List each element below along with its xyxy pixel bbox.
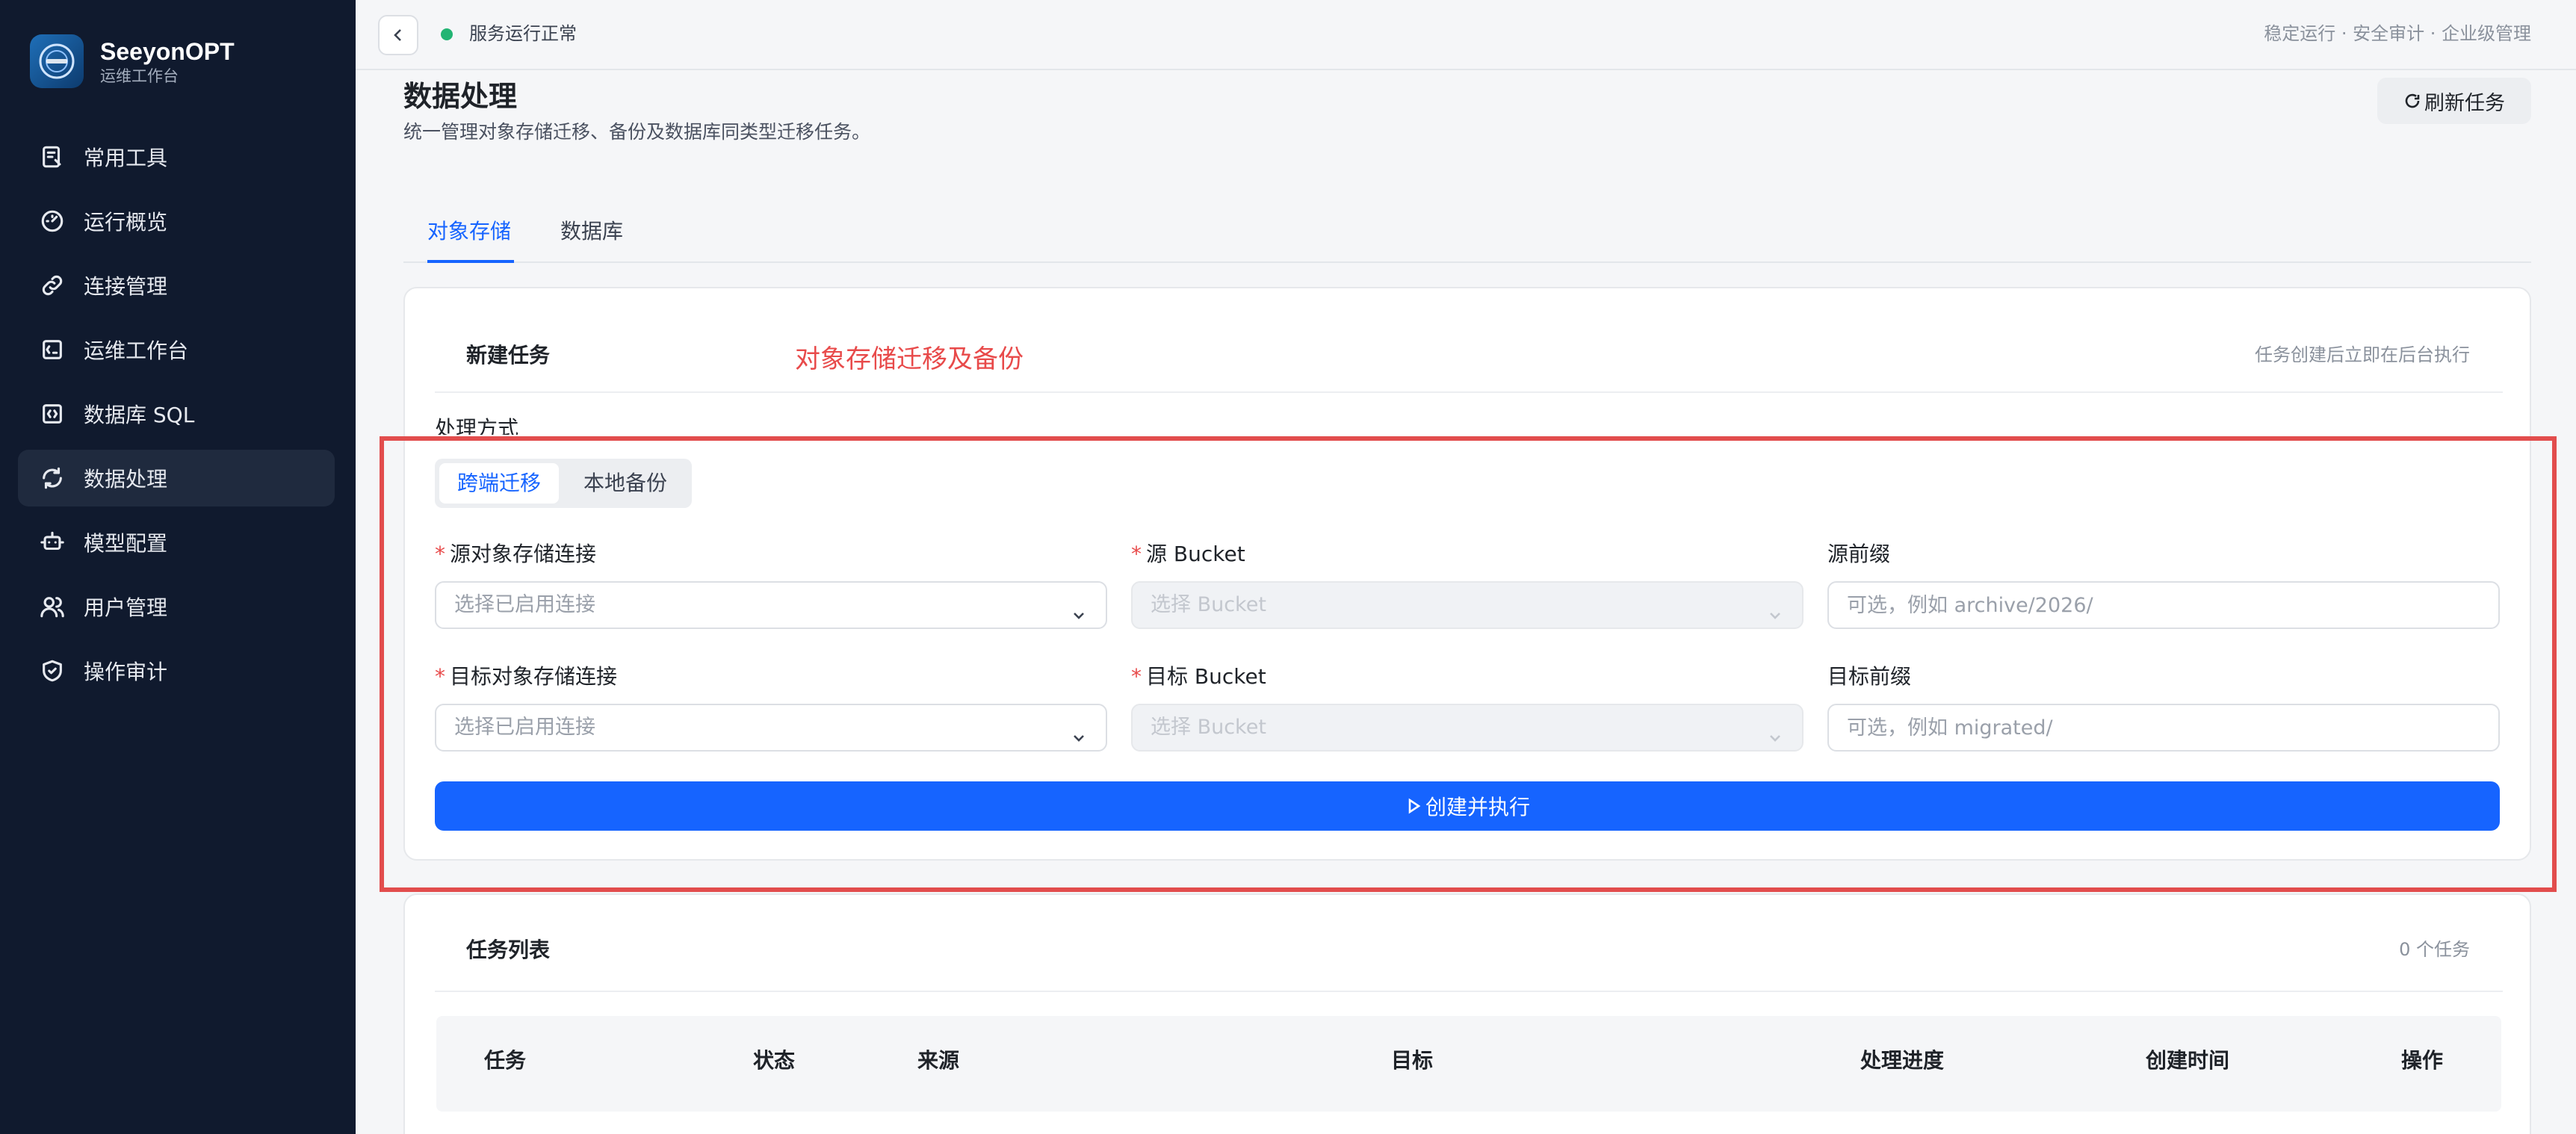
sidebar-item-label: 数据处理 — [84, 467, 168, 492]
sidebar-item-tools[interactable]: 常用工具 — [18, 128, 335, 185]
active-tab-indicator — [427, 260, 514, 263]
column-header-target: 目标 — [1391, 1048, 1434, 1073]
sidebar-item-database-sql[interactable]: 数据库 SQL — [18, 385, 335, 442]
sidebar-item-label: 用户管理 — [84, 595, 168, 620]
tabs: 对象存储 数据库 — [403, 209, 2531, 263]
sidebar-item-workbench[interactable]: 运维工作台 — [18, 321, 335, 378]
sidebar-item-connections[interactable]: 连接管理 — [18, 257, 335, 314]
target-connection-placeholder: 选择已启用连接 — [454, 716, 595, 739]
dashboard-icon — [39, 208, 66, 235]
back-button[interactable] — [378, 15, 418, 55]
page-description: 统一管理对象存储迁移、备份及数据库同类型迁移任务。 — [403, 121, 871, 143]
sidebar-item-data-processing[interactable]: 数据处理 — [18, 450, 335, 506]
sidebar-item-label: 模型配置 — [84, 531, 168, 556]
task-count: 0 个任务 — [2399, 939, 2470, 960]
robot-icon — [39, 529, 66, 556]
annotation-label: 对象存储迁移及备份 — [795, 344, 1024, 374]
new-task-hint: 任务创建后立即在后台执行 — [2255, 344, 2470, 365]
sidebar-item-user-management[interactable]: 用户管理 — [18, 578, 335, 635]
required-mark: * — [1131, 542, 1142, 566]
sidebar: SeeyonOPT 运维工作台 常用工具 运行概览 连接管理 运维工作台 数据库… — [0, 0, 356, 1134]
page-title: 数据处理 — [403, 80, 518, 113]
new-task-title: 新建任务 — [466, 343, 551, 368]
refresh-tasks-label: 刷新任务 — [2424, 91, 2505, 114]
refresh-icon — [2405, 93, 2420, 108]
processing-mode-label: 处理方式 — [435, 416, 519, 435]
source-connection-label: * 源对象存储连接 — [435, 542, 597, 566]
target-prefix-input[interactable] — [1827, 704, 2500, 752]
column-header-progress: 处理进度 — [1860, 1048, 1945, 1073]
source-connection-select[interactable]: 选择已启用连接 — [435, 581, 1107, 629]
sidebar-item-label: 数据库 SQL — [84, 403, 195, 427]
task-table-header: 任务 状态 来源 目标 处理进度 创建时间 操作 — [436, 1016, 2501, 1112]
source-prefix-label: 源前缀 — [1827, 542, 1891, 566]
brand: SeeyonOPT 运维工作台 — [30, 34, 235, 88]
tab-database[interactable]: 数据库 — [560, 217, 623, 247]
terminal-icon — [39, 336, 66, 363]
sidebar-item-label: 常用工具 — [84, 146, 168, 170]
chevron-down-icon — [1766, 719, 1784, 742]
code-icon — [39, 400, 66, 427]
chevron-down-icon — [1070, 596, 1088, 619]
topbar: 服务运行正常 稳定运行 · 安全审计 · 企业级管理 — [356, 0, 2576, 70]
source-connection-placeholder: 选择已启用连接 — [454, 593, 595, 616]
sidebar-item-label: 操作审计 — [84, 660, 168, 684]
create-and-run-button[interactable]: 创建并执行 — [435, 781, 2500, 831]
link-icon — [39, 272, 66, 299]
target-bucket-select[interactable]: 选择 Bucket — [1131, 704, 1803, 752]
sidebar-nav: 常用工具 运行概览 连接管理 运维工作台 数据库 SQL 数据处理 模型配置 用… — [18, 128, 335, 707]
column-header-source: 来源 — [917, 1048, 960, 1073]
service-status: 服务运行正常 — [469, 23, 577, 44]
tab-object-storage[interactable]: 对象存储 — [427, 217, 511, 247]
target-bucket-label: * 目标 Bucket — [1131, 664, 1266, 689]
column-header-actions: 操作 — [2401, 1048, 2444, 1073]
mode-cross-migration-button[interactable]: 跨端迁移 — [439, 463, 559, 504]
brand-logo-icon — [30, 34, 84, 88]
sidebar-item-model-config[interactable]: 模型配置 — [18, 514, 335, 571]
sidebar-item-label: 运维工作台 — [84, 338, 189, 363]
column-header-created-time: 创建时间 — [2146, 1048, 2230, 1073]
processing-mode-toggle: 跨端迁移 本地备份 — [435, 459, 692, 508]
users-icon — [39, 593, 66, 620]
topbar-tagline: 稳定运行 · 安全审计 · 企业级管理 — [2264, 23, 2531, 44]
source-prefix-input[interactable] — [1827, 581, 2500, 629]
create-and-run-label: 创建并执行 — [1425, 796, 1530, 819]
mode-local-backup-button[interactable]: 本地备份 — [563, 463, 687, 504]
required-mark: * — [435, 542, 445, 566]
chevron-down-icon — [1070, 719, 1088, 742]
column-header-status: 状态 — [753, 1048, 796, 1073]
target-bucket-placeholder: 选择 Bucket — [1151, 716, 1266, 739]
column-header-task: 任务 — [484, 1048, 527, 1073]
brand-title: SeeyonOPT — [100, 38, 235, 65]
tools-icon — [39, 143, 66, 170]
required-mark: * — [1131, 664, 1142, 689]
source-bucket-placeholder: 选择 Bucket — [1151, 593, 1266, 616]
sidebar-item-audit[interactable]: 操作审计 — [18, 642, 335, 699]
brand-subtitle: 运维工作台 — [100, 67, 179, 85]
status-dot-icon — [441, 28, 453, 40]
chevron-left-icon — [394, 29, 401, 41]
chevron-down-icon — [1766, 596, 1784, 619]
task-list-card: 任务列表 0 个任务 任务 状态 来源 目标 处理进度 创建时间 操作 — [403, 893, 2531, 1134]
new-task-card: 新建任务 任务创建后立即在后台执行 — [403, 287, 2531, 861]
task-list-title: 任务列表 — [466, 938, 551, 962]
play-icon — [1408, 798, 1421, 814]
divider — [435, 391, 2503, 393]
required-mark: * — [435, 664, 445, 689]
sidebar-item-label: 连接管理 — [84, 274, 168, 299]
target-connection-select[interactable]: 选择已启用连接 — [435, 704, 1107, 752]
shield-icon — [39, 657, 66, 684]
source-bucket-label: * 源 Bucket — [1131, 542, 1245, 566]
divider — [435, 991, 2503, 992]
refresh-tasks-button[interactable]: 刷新任务 — [2377, 78, 2531, 124]
sidebar-item-overview[interactable]: 运行概览 — [18, 193, 335, 250]
refresh-icon — [39, 465, 66, 492]
source-bucket-select[interactable]: 选择 Bucket — [1131, 581, 1803, 629]
target-connection-label: * 目标对象存储连接 — [435, 664, 618, 689]
target-prefix-label: 目标前缀 — [1827, 664, 1912, 689]
sidebar-item-label: 运行概览 — [84, 210, 168, 235]
